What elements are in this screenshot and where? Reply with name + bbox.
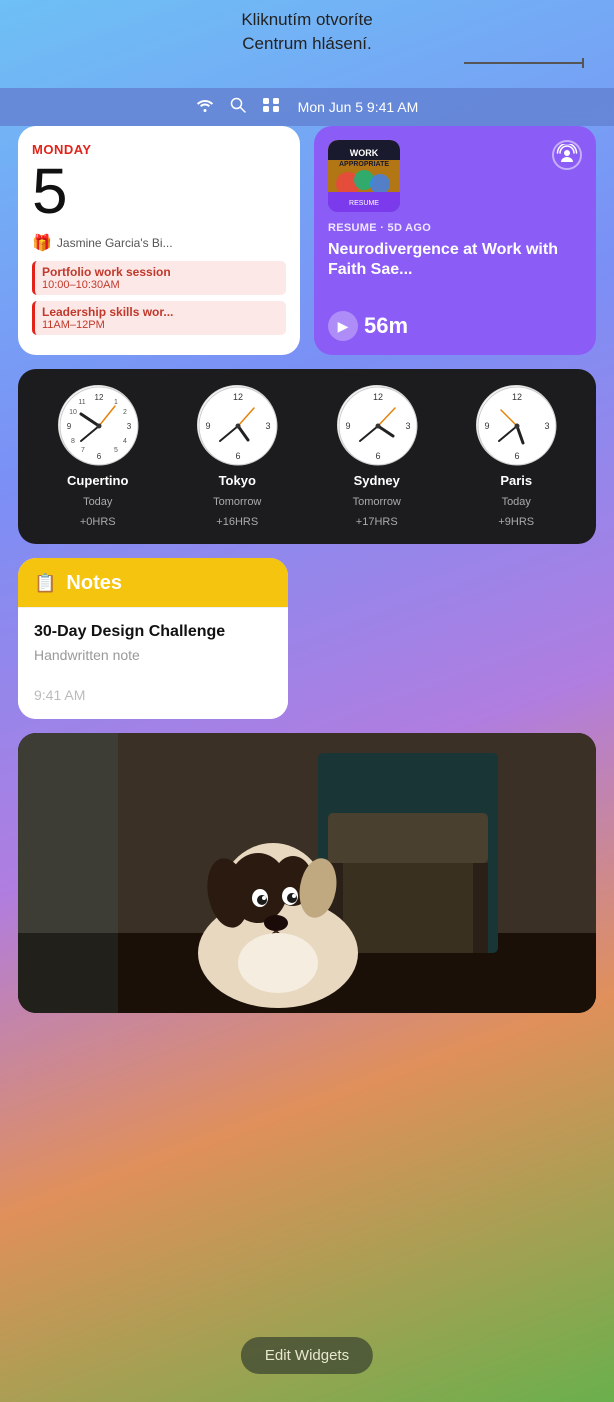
- search-icon[interactable]: [230, 97, 246, 118]
- svg-text:WORK: WORK: [350, 148, 379, 158]
- clock-face-paris: 12 3 6 9: [476, 385, 556, 465]
- calendar-date: 5: [32, 159, 286, 223]
- podcast-cover: WORK APPROPRIATE RESUME: [328, 140, 400, 212]
- tooltip-text: Kliknutím otvoríte Centrum hlásení.: [241, 8, 372, 56]
- svg-text:12: 12: [512, 392, 522, 402]
- clock-sydney-offset: +17HRS: [356, 516, 398, 528]
- notes-icon: 📋: [34, 573, 56, 594]
- notes-body: 30-Day Design Challenge Handwritten note…: [18, 607, 288, 719]
- svg-text:9: 9: [485, 421, 490, 431]
- svg-text:RESUME: RESUME: [349, 200, 379, 207]
- birthday-icon: 🎁: [32, 233, 52, 253]
- calendar-event-1[interactable]: Portfolio work session 10:00–10:30AM: [32, 261, 286, 295]
- notes-header: 📋 Notes: [18, 558, 288, 607]
- podcasts-app-icon: [552, 140, 582, 170]
- svg-text:1: 1: [114, 399, 118, 406]
- svg-text:3: 3: [545, 421, 550, 431]
- menubar-time: Mon Jun 5 9:41 AM: [298, 99, 419, 115]
- clock-tokyo: 12 3 6 9 Tokyo Tomorrow +16HRS: [197, 385, 277, 528]
- svg-text:12: 12: [373, 392, 383, 402]
- tooltip-line: [464, 62, 584, 64]
- clock-tokyo-offset: +16HRS: [216, 516, 258, 528]
- clock-widget[interactable]: 12 3 6 9 1 2 4 5 7 8 10 11: [18, 369, 596, 544]
- clock-paris-offset: +9HRS: [498, 516, 534, 528]
- svg-text:6: 6: [375, 451, 380, 461]
- clock-cupertino-day: Today: [83, 496, 112, 508]
- clock-cupertino: 12 3 6 9 1 2 4 5 7 8 10 11: [58, 385, 138, 528]
- top-row: MONDAY 5 🎁 Jasmine Garcia's Bi... Portfo…: [18, 126, 596, 355]
- calendar-birthday: 🎁 Jasmine Garcia's Bi...: [32, 233, 286, 253]
- svg-text:4: 4: [123, 438, 127, 445]
- notes-timestamp: 9:41 AM: [34, 687, 272, 703]
- widgets-container: MONDAY 5 🎁 Jasmine Garcia's Bi... Portfo…: [18, 126, 596, 1013]
- calendar-event-2[interactable]: Leadership skills wor... 11AM–12PM: [32, 301, 286, 335]
- calendar-widget[interactable]: MONDAY 5 🎁 Jasmine Garcia's Bi... Portfo…: [18, 126, 300, 355]
- control-center-icon[interactable]: [262, 97, 280, 118]
- notes-note-title: 30-Day Design Challenge: [34, 622, 272, 643]
- tooltip-area: Kliknutím otvoríte Centrum hlásení.: [0, 0, 614, 95]
- event-1-title: Portfolio work session: [42, 265, 279, 279]
- calendar-day-label: MONDAY: [32, 142, 286, 157]
- svg-text:2: 2: [123, 409, 127, 416]
- event-1-time: 10:00–10:30AM: [42, 279, 279, 291]
- podcast-title: Neurodivergence at Work with Faith Sae..…: [328, 240, 582, 299]
- clock-tokyo-city: Tokyo: [219, 473, 256, 488]
- clock-cupertino-city: Cupertino: [67, 473, 128, 488]
- clock-paris-city: Paris: [500, 473, 532, 488]
- dog-photo: [18, 733, 596, 1013]
- birthday-text: Jasmine Garcia's Bi...: [57, 236, 173, 250]
- clock-face-cupertino: 12 3 6 9 1 2 4 5 7 8 10 11: [58, 385, 138, 465]
- podcast-top: WORK APPROPRIATE RESUME: [328, 140, 582, 212]
- event-2-title: Leadership skills wor...: [42, 305, 279, 319]
- clock-sydney: 12 3 6 9 Sydney Tomorrow +17HRS: [337, 385, 417, 528]
- clock-cupertino-offset: +0HRS: [80, 516, 116, 528]
- svg-text:3: 3: [266, 421, 271, 431]
- svg-text:3: 3: [127, 422, 132, 431]
- svg-text:7: 7: [81, 447, 85, 454]
- svg-text:6: 6: [515, 451, 520, 461]
- podcast-widget[interactable]: WORK APPROPRIATE RESUME: [314, 126, 596, 355]
- clock-face-tokyo: 12 3 6 9: [197, 385, 277, 465]
- podcast-cover-art: WORK APPROPRIATE RESUME: [328, 140, 400, 212]
- photo-widget[interactable]: [18, 733, 596, 1013]
- event-2-time: 11AM–12PM: [42, 319, 279, 331]
- clock-tokyo-day: Tomorrow: [213, 496, 261, 508]
- svg-text:9: 9: [345, 421, 350, 431]
- svg-text:6: 6: [97, 452, 102, 461]
- clock-paris-day: Today: [502, 496, 531, 508]
- clock-paris: 12 3 6 9 Paris Today +9HRS: [476, 385, 556, 528]
- menubar: Mon Jun 5 9:41 AM: [0, 88, 614, 126]
- podcast-meta: RESUME · 5D AGO: [328, 222, 582, 234]
- tooltip-line1: Kliknutím otvoríte: [241, 10, 372, 29]
- clock-sydney-day: Tomorrow: [353, 496, 401, 508]
- svg-text:3: 3: [405, 421, 410, 431]
- svg-text:11: 11: [78, 399, 85, 406]
- edit-widgets-button[interactable]: Edit Widgets: [241, 1337, 373, 1374]
- svg-text:9: 9: [67, 422, 72, 431]
- clock-face-sydney: 12 3 6 9: [337, 385, 417, 465]
- notes-header-title: Notes: [66, 572, 122, 595]
- notes-note-subtitle: Handwritten note: [34, 647, 272, 663]
- svg-text:6: 6: [236, 451, 241, 461]
- svg-text:APPROPRIATE: APPROPRIATE: [339, 161, 389, 168]
- svg-text:9: 9: [206, 421, 211, 431]
- podcast-duration: 56m: [364, 313, 408, 339]
- svg-text:5: 5: [114, 447, 118, 454]
- clock-sydney-city: Sydney: [354, 473, 400, 488]
- podcast-play-row: ▶ 56m: [328, 311, 582, 341]
- svg-text:12: 12: [233, 392, 243, 402]
- svg-text:10: 10: [69, 409, 77, 416]
- tooltip-line2: Centrum hlásení.: [242, 34, 371, 53]
- svg-text:12: 12: [94, 393, 103, 402]
- svg-text:8: 8: [71, 438, 75, 445]
- notes-widget[interactable]: 📋 Notes 30-Day Design Challenge Handwrit…: [18, 558, 288, 719]
- menubar-icons: [196, 97, 280, 118]
- play-button[interactable]: ▶: [328, 311, 358, 341]
- wifi-icon[interactable]: [196, 98, 214, 117]
